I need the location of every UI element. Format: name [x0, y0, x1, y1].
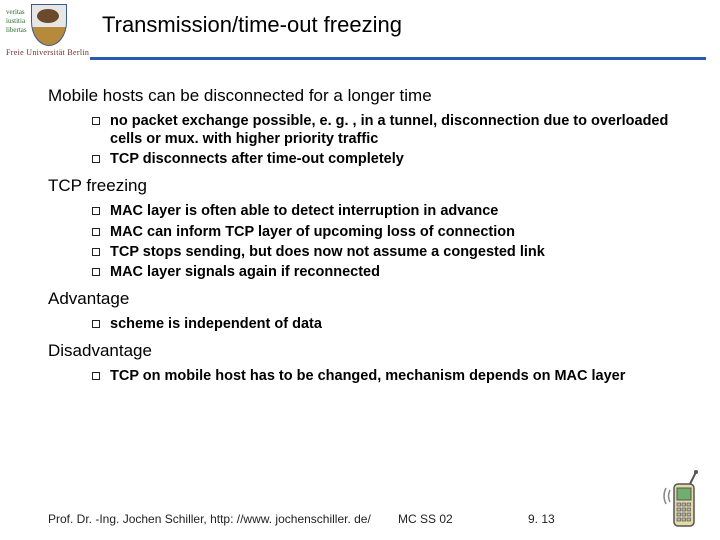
- section-heading: Advantage: [48, 289, 672, 309]
- list-item: TCP on mobile host has to be changed, me…: [92, 367, 672, 385]
- section-heading: TCP freezing: [48, 176, 672, 196]
- list-item: MAC can inform TCP layer of upcoming los…: [92, 223, 672, 241]
- section-list: TCP on mobile host has to be changed, me…: [48, 367, 672, 385]
- list-item: scheme is independent of data: [92, 315, 672, 333]
- section: Mobile hosts can be disconnected for a l…: [48, 86, 672, 168]
- list-item: MAC layer is often able to detect interr…: [92, 202, 672, 220]
- section-list: scheme is independent of data: [48, 315, 672, 333]
- list-item: TCP disconnects after time-out completel…: [92, 150, 672, 168]
- crest-icon: [31, 4, 67, 46]
- list-item: TCP stops sending, but does now not assu…: [92, 243, 672, 261]
- slide-footer: Prof. Dr. -Ing. Jochen Schiller, http: /…: [0, 512, 720, 526]
- footer-page: 9. 13: [528, 512, 648, 526]
- university-name: Freie Universität Berlin: [6, 48, 720, 57]
- university-logo: veritas iustitia libertas: [6, 4, 84, 48]
- slide-title: Transmission/time-out freezing: [84, 4, 706, 44]
- section: Advantage scheme is independent of data: [48, 289, 672, 333]
- section-heading: Disadvantage: [48, 341, 672, 361]
- section: Disadvantage TCP on mobile host has to b…: [48, 341, 672, 385]
- section-heading: Mobile hosts can be disconnected for a l…: [48, 86, 672, 106]
- section-list: MAC layer is often able to detect interr…: [48, 202, 672, 281]
- mobile-phone-icon: [660, 470, 704, 530]
- list-item: no packet exchange possible, e. g. , in …: [92, 112, 672, 148]
- footer-author: Prof. Dr. -Ing. Jochen Schiller, http: /…: [0, 512, 398, 526]
- slide-content: Mobile hosts can be disconnected for a l…: [0, 60, 720, 385]
- slide-header: veritas iustitia libertas Transmission/t…: [0, 0, 720, 48]
- section-list: no packet exchange possible, e. g. , in …: [48, 112, 672, 168]
- logo-motto: veritas iustitia libertas: [6, 4, 31, 35]
- footer-course: MC SS 02: [398, 512, 528, 526]
- list-item: MAC layer signals again if reconnected: [92, 263, 672, 281]
- section: TCP freezing MAC layer is often able to …: [48, 176, 672, 281]
